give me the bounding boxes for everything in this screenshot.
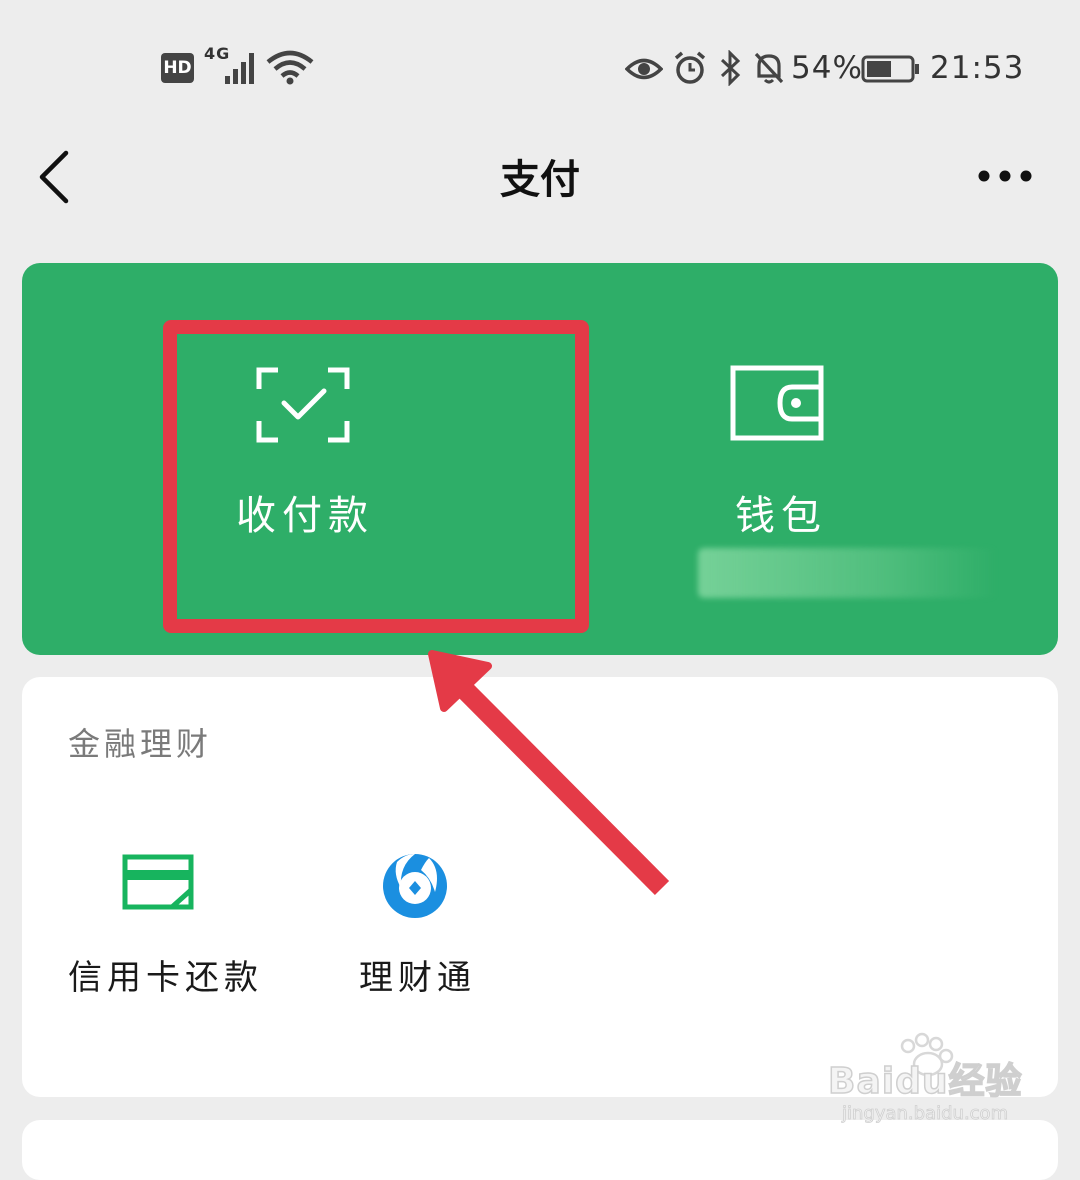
eye-icon: [624, 54, 664, 84]
credit-card-repay-button[interactable]: 信用卡还款: [60, 830, 280, 1020]
credit-card-repay-label: 信用卡还款: [68, 958, 263, 998]
page-title: 支付: [500, 157, 580, 203]
licaitong-button[interactable]: 理财通: [345, 830, 495, 1020]
clock: 21:53: [930, 50, 1025, 86]
highlight-box: [163, 320, 589, 633]
more-button[interactable]: [970, 158, 1040, 194]
baidu-watermark: Baidu经验 jingyan.baidu.com: [827, 1030, 1028, 1130]
licaitong-label: 理财通: [359, 958, 476, 998]
wifi-icon: [266, 48, 314, 86]
wallet-icon: [730, 365, 824, 441]
network-type: 4G: [204, 44, 231, 63]
watermark-url: jingyan.baidu.com: [842, 1103, 1009, 1125]
hd-badge: HD: [161, 53, 194, 83]
more-dots-icon: [978, 170, 1032, 182]
wallet-balance-blurred: [698, 548, 998, 598]
alarm-icon: [673, 50, 707, 86]
status-bar: HD 4G 54% 21:53: [0, 0, 1080, 110]
battery-percent: 54%: [791, 50, 863, 86]
credit-card-icon: [122, 854, 194, 910]
battery-icon: [861, 55, 921, 83]
licaitong-icon: [383, 854, 447, 918]
wallet-label: 钱包: [735, 493, 827, 539]
mute-bell-icon: [752, 50, 786, 86]
watermark-brand: Baidu经验: [827, 1060, 1023, 1103]
bluetooth-icon: [718, 49, 742, 87]
section-title: 金融理财: [68, 725, 213, 763]
